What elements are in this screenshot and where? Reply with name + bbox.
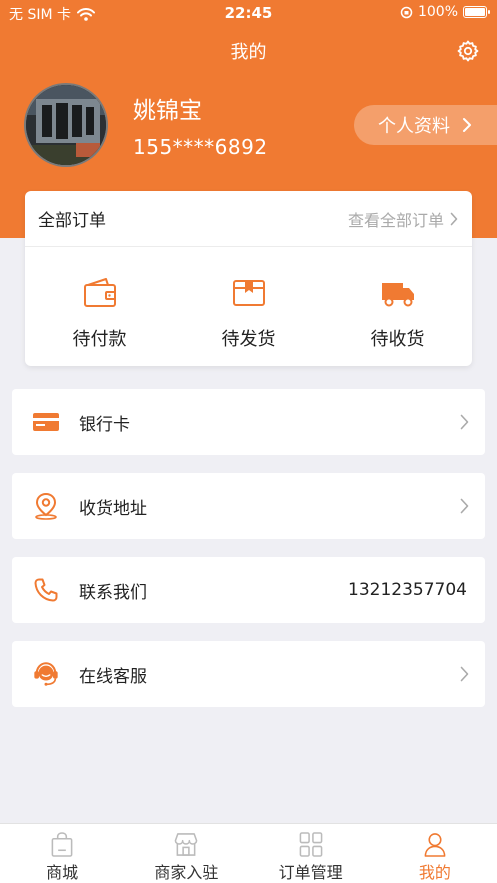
profile-button-label: 个人资料 <box>378 116 450 137</box>
tab-bar: 商城 商家入驻 订单管理 我的 <box>0 823 497 883</box>
tab-label: 商城 <box>46 863 79 882</box>
chevron-right-icon <box>463 118 471 132</box>
profile-button[interactable]: 个人资料 <box>354 105 497 145</box>
avatar-image <box>26 85 106 165</box>
all-orders-title: 全部订单 <box>38 211 106 231</box>
menu-item-contact[interactable]: 联系我们 13212357704 <box>12 557 485 623</box>
menu-item-address[interactable]: 收货地址 <box>12 473 485 539</box>
status-bar: 无 SIM 卡 22:45 100% <box>0 0 497 26</box>
menu-item-label: 联系我们 <box>79 582 147 603</box>
page-title: 我的 <box>230 42 267 63</box>
grid-icon <box>299 832 322 857</box>
order-status-pending-receipt[interactable]: 待收货 <box>323 247 472 365</box>
order-status-label: 待发货 <box>221 329 276 350</box>
menu-item-customer-service[interactable]: 在线客服 <box>12 641 485 707</box>
chevron-right-icon <box>460 666 469 682</box>
battery-percent: 100% <box>417 4 458 20</box>
package-icon <box>232 280 265 306</box>
location-pin-icon <box>35 492 57 520</box>
order-card-header[interactable]: 全部订单 查看全部订单 <box>25 191 472 247</box>
chevron-right-icon <box>460 498 469 514</box>
menu-item-bank-card[interactable]: 银行卡 <box>12 389 485 455</box>
tab-mall[interactable]: 商城 <box>0 824 124 883</box>
bank-card-icon <box>33 413 59 431</box>
wallet-icon <box>83 278 116 307</box>
phone-icon <box>34 578 58 602</box>
gear-icon[interactable] <box>456 39 480 63</box>
tab-label: 我的 <box>418 863 451 882</box>
rotation-lock-icon <box>400 6 413 18</box>
user-phone: 155****6892 <box>133 135 268 159</box>
view-all-orders-label: 查看全部订单 <box>347 210 444 230</box>
shopping-bag-icon <box>51 832 73 857</box>
tab-order-management[interactable]: 订单管理 <box>249 824 373 883</box>
tab-label: 商家入驻 <box>154 863 219 882</box>
contact-phone-number[interactable]: 13212357704 <box>348 580 467 600</box>
tab-mine[interactable]: 我的 <box>373 824 497 883</box>
truck-icon <box>381 283 414 307</box>
order-status-label: 待付款 <box>72 329 127 350</box>
headset-icon <box>34 662 58 686</box>
user-name: 姚锦宝 <box>133 98 202 124</box>
order-card: 全部订单 查看全部订单 待付款 待发货 待收货 <box>25 191 472 366</box>
chevron-right-icon <box>450 212 458 225</box>
store-icon <box>175 833 198 856</box>
view-all-orders-link[interactable]: 查看全部订单 <box>348 207 458 231</box>
tab-label: 订单管理 <box>278 863 343 882</box>
battery-icon <box>463 6 490 18</box>
order-status-label: 待收货 <box>370 329 425 350</box>
menu-item-label: 银行卡 <box>79 414 130 435</box>
order-status-pending-shipment[interactable]: 待发货 <box>174 247 323 365</box>
avatar[interactable] <box>24 83 108 167</box>
chevron-right-icon <box>460 414 469 430</box>
tab-merchant-join[interactable]: 商家入驻 <box>124 824 248 883</box>
menu-item-label: 在线客服 <box>79 666 147 687</box>
menu-item-label: 收货地址 <box>79 498 147 519</box>
order-status-pending-payment[interactable]: 待付款 <box>25 247 174 365</box>
person-icon <box>424 833 446 857</box>
